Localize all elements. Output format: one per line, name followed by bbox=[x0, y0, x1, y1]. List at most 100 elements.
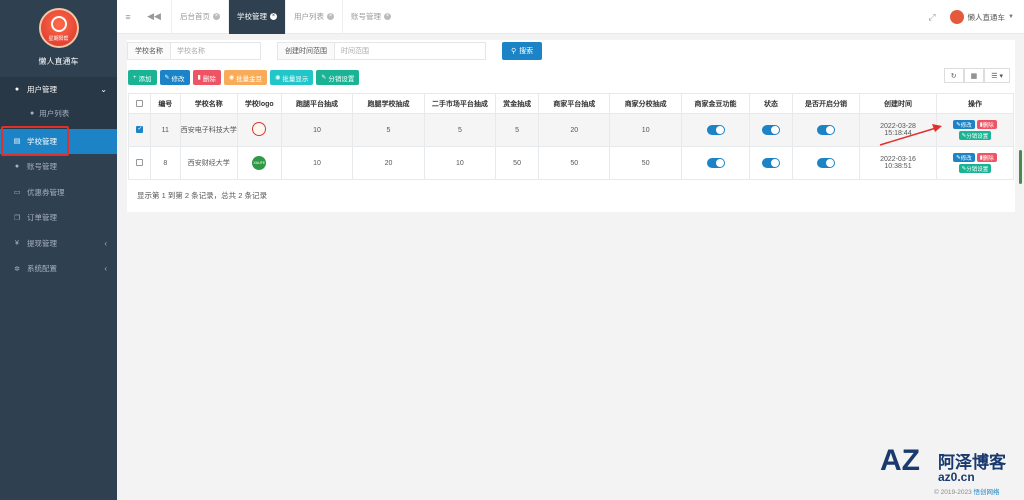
trash-icon: ▮ bbox=[197, 75, 201, 81]
table-view-icon[interactable]: ▦ bbox=[963, 68, 985, 83]
refresh-icon[interactable]: ↻ bbox=[943, 68, 964, 83]
time-range-input[interactable]: 时间范围 bbox=[335, 42, 486, 60]
sidebar-item-user-management[interactable]: ● 用户管理 ⌄ bbox=[0, 77, 117, 103]
cell-beans bbox=[680, 113, 751, 147]
backward-icon[interactable]: ◀◀ bbox=[143, 11, 165, 22]
tab-school-management[interactable]: 学校管理 × bbox=[228, 0, 285, 34]
select-all-checkbox[interactable] bbox=[128, 93, 151, 114]
username[interactable]: 懒人直通车 bbox=[968, 12, 1006, 23]
column-header[interactable]: 状态 bbox=[749, 93, 793, 114]
table-row[interactable]: 8 西安财经大学 XAUFE 10 20 10 50 50 50 2022-03… bbox=[128, 146, 1015, 180]
menu-icon[interactable]: ≡ bbox=[117, 12, 139, 22]
column-header[interactable]: 创建时间 bbox=[859, 93, 937, 114]
yen-icon: ¥ bbox=[15, 239, 19, 247]
status-toggle[interactable] bbox=[762, 158, 781, 168]
cell-value: 20 bbox=[538, 113, 611, 147]
avatar[interactable] bbox=[949, 10, 964, 24]
tab-home[interactable]: 后台首页 × bbox=[171, 0, 228, 34]
row-delete-button[interactable]: ▮ 删除 bbox=[976, 153, 997, 162]
school-name-input[interactable]: 学校名称 bbox=[171, 42, 261, 60]
tab-account-management[interactable]: 账号管理 × bbox=[342, 0, 399, 34]
beans-toggle[interactable] bbox=[706, 125, 725, 135]
gear-icon: ✲ bbox=[14, 265, 20, 273]
coupon-icon: ▭ bbox=[13, 189, 21, 197]
column-header[interactable]: 学校logo bbox=[236, 93, 282, 114]
brand: 星期阳帮 懒人直通车 bbox=[0, 0, 117, 77]
chevron-left-icon: ‹ bbox=[104, 238, 107, 248]
row-edit-button[interactable]: ✎ 修改 bbox=[953, 120, 975, 129]
caret-down-icon[interactable]: ▼ bbox=[1008, 14, 1014, 20]
edit-button[interactable]: ✎ 修改 bbox=[159, 70, 190, 85]
row-checkbox[interactable] bbox=[128, 146, 151, 180]
sidebar-item-coupon-management[interactable]: ▭ 优惠券管理 bbox=[0, 180, 117, 206]
column-header[interactable]: 跑腿平台抽成 bbox=[280, 93, 354, 114]
status-toggle[interactable] bbox=[762, 125, 781, 135]
cell-value: 20 bbox=[352, 146, 425, 180]
school-logo-icon: XAUFE bbox=[252, 156, 267, 170]
row-distribution-button[interactable]: ✎ 分销设置 bbox=[958, 131, 992, 140]
search-row: 学校名称 学校名称 创建时间范围 时间范围 ⚲ 搜索 bbox=[127, 40, 543, 62]
column-header[interactable]: 跑腿学校抽成 bbox=[352, 93, 425, 114]
app-logo: 星期阳帮 bbox=[38, 8, 79, 48]
sidebar-item-label: 用户管理 bbox=[27, 85, 57, 95]
distribution-settings-button[interactable]: ✎ 分销设置 bbox=[316, 70, 360, 85]
sidebar-item-system-config[interactable]: ✲ 系统配置 ‹ bbox=[0, 256, 117, 282]
sidebar-item-school-management[interactable]: ▤ 学校管理 bbox=[0, 125, 117, 156]
sidebar-item-label: 账号管理 bbox=[27, 162, 57, 172]
logo-mark bbox=[50, 16, 67, 32]
column-header[interactable]: 商家分校抽成 bbox=[609, 93, 682, 114]
sidebar-item-order-management[interactable]: ❐ 订单管理 bbox=[0, 205, 117, 231]
watermark-url: az0.cn bbox=[938, 470, 975, 484]
scrollbar-thumb[interactable] bbox=[1019, 150, 1022, 184]
cell-value: 5 bbox=[495, 113, 540, 147]
column-header[interactable]: 二手市场平台抽成 bbox=[423, 93, 497, 114]
cell-id: 11 bbox=[149, 113, 181, 147]
topbar: ≡ ◀◀ 后台首页 × 学校管理 × 用户列表 × 账号管理 × ⤢ 懒人直通车… bbox=[117, 0, 1024, 34]
sidebar-item-account-management[interactable]: ● 账号管理 bbox=[0, 154, 117, 180]
row-distribution-button[interactable]: ✎ 分销设置 bbox=[958, 164, 992, 173]
distribution-toggle[interactable] bbox=[816, 125, 835, 135]
distribution-toggle[interactable] bbox=[816, 158, 835, 168]
delete-button[interactable]: ▮ 删除 bbox=[192, 70, 221, 85]
column-header[interactable]: 编号 bbox=[149, 93, 181, 114]
cell-beans bbox=[680, 146, 751, 180]
column-header[interactable]: 赏金抽成 bbox=[495, 93, 540, 114]
school-logo-icon bbox=[252, 122, 267, 136]
view-buttons: ↻ ▦ ☰ ▾ bbox=[943, 68, 1010, 83]
close-icon[interactable]: × bbox=[270, 13, 277, 20]
sidebar-item-withdraw-management[interactable]: ¥ 提现管理 ‹ bbox=[0, 231, 117, 257]
close-icon[interactable]: × bbox=[384, 13, 391, 20]
sidebar-item-user-list[interactable]: ● 用户列表 bbox=[0, 102, 117, 125]
row-edit-button[interactable]: ✎ 修改 bbox=[953, 153, 975, 162]
cell-value: 10 bbox=[280, 146, 354, 180]
cell-status bbox=[749, 113, 793, 147]
columns-icon[interactable]: ☰ ▾ bbox=[984, 68, 1010, 83]
batch-show-label: 批量显示 bbox=[282, 75, 309, 83]
column-header[interactable]: 商家金豆功能 bbox=[680, 93, 751, 114]
brand-name: 懒人直通车 bbox=[38, 57, 79, 66]
row-checkbox[interactable] bbox=[128, 113, 151, 147]
search-button[interactable]: ⚲ 搜索 bbox=[502, 42, 543, 60]
watermark: AZ 阿泽博客 az0.cn © 2019-2023 悟创网络 bbox=[878, 442, 1018, 500]
order-icon: ❐ bbox=[13, 214, 21, 222]
column-header[interactable]: 商家平台抽成 bbox=[538, 93, 611, 114]
beans-toggle[interactable] bbox=[706, 158, 725, 168]
close-icon[interactable]: × bbox=[327, 13, 334, 20]
highlight-box bbox=[1, 125, 69, 156]
close-icon[interactable]: × bbox=[213, 13, 220, 20]
eye-icon: ◉ bbox=[228, 75, 235, 81]
column-header[interactable]: 是否开启分销 bbox=[791, 93, 861, 114]
tab-user-list[interactable]: 用户列表 × bbox=[285, 0, 342, 34]
row-delete-button[interactable]: ▮ 删除 bbox=[976, 120, 997, 129]
cell-id: 8 bbox=[149, 146, 181, 180]
batch-beans-button[interactable]: ◉ 批量金豆 bbox=[223, 70, 268, 85]
add-button[interactable]: + 添加 bbox=[128, 70, 157, 85]
row-edit-label: 修改 bbox=[960, 122, 972, 129]
fullscreen-icon[interactable]: ⤢ bbox=[928, 12, 935, 23]
copyright-brand-link[interactable]: 悟创网络 bbox=[974, 489, 1000, 496]
annotation-arrow-icon bbox=[879, 124, 942, 146]
tab-label: 后台首页 bbox=[180, 12, 210, 21]
column-header[interactable]: 学校名称 bbox=[179, 93, 238, 114]
sidebar-item-label: 系统配置 bbox=[27, 264, 57, 274]
batch-show-button[interactable]: ◉ 批量显示 bbox=[270, 70, 314, 85]
